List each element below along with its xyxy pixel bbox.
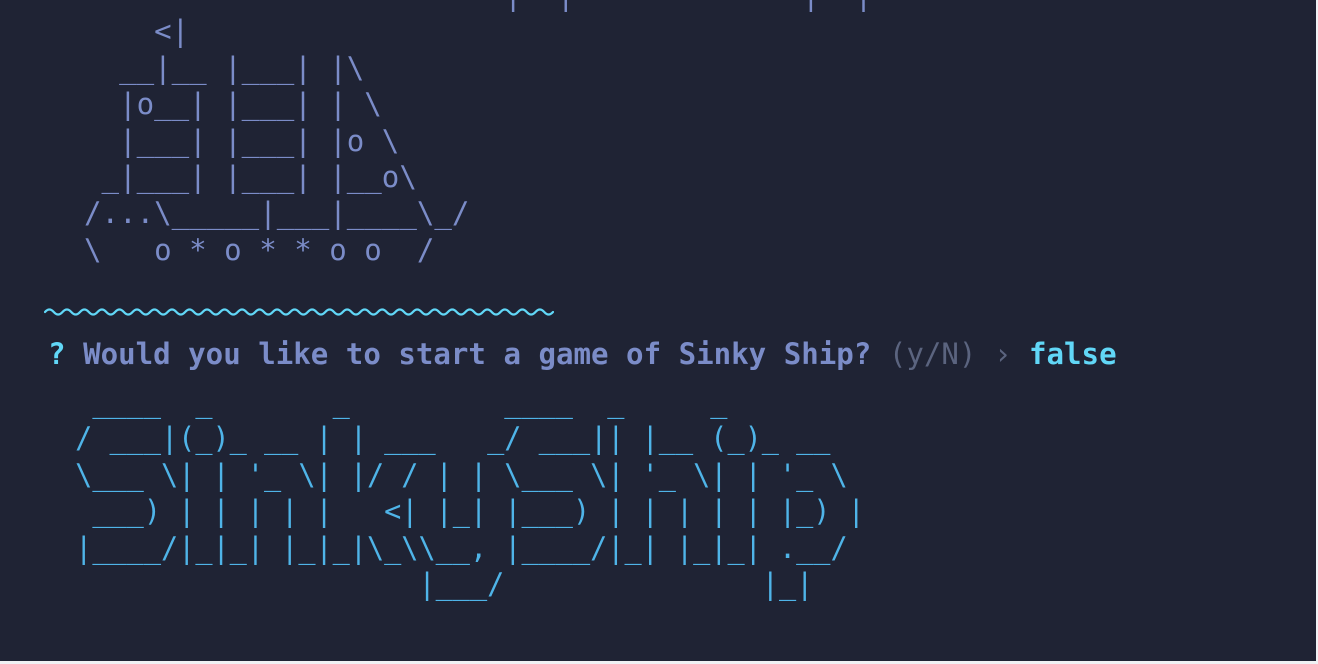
ship-art-line: |___| |___| |o \ [49, 123, 400, 158]
prompt-hint: (y/N) [888, 337, 977, 371]
ship-art-line: <| [49, 14, 190, 49]
terminal-window: | | | | <| __|__ |___| |\ |o__| |___| | … [0, 0, 1318, 664]
ship-art-line: __|__ |___| |\ [49, 50, 365, 85]
ship-art-line: |o__| |___| | \ [49, 87, 382, 122]
prompt-arrow-icon: › [993, 337, 1012, 371]
ship-art-line: | | | | [49, 0, 872, 12]
waves-line [44, 308, 554, 316]
ship-art-line: \ o * o * * o o / [49, 232, 435, 267]
banner-art-line: \___ \| | '_ \| |/ / | | \___ \| '_ \| |… [58, 457, 848, 492]
banner-art-line: ____ _ _ ____ _ _ [58, 385, 728, 419]
ship-ascii-art: | | | | <| __|__ |___| |\ |o__| |___| | … [49, 0, 872, 268]
banner-art-line: |___/ |_| [58, 567, 814, 602]
prompt-line: ? Would you like to start a game of Sink… [48, 336, 1117, 372]
banner-art-line: |____/|_|_| |_|_|\_\\__, |____/|_| |_|_|… [58, 530, 848, 565]
prompt-question: Would you like to start a game of Sinky … [83, 337, 872, 371]
prompt-answer[interactable]: false [1029, 337, 1117, 371]
sinky-ship-banner: ____ _ _ ____ _ _ / ___|(_)_ __ | | ___ … [58, 384, 865, 602]
prompt-question-mark: ? [48, 337, 66, 371]
ship-art-line: /...\_____|___|____\_/ [49, 196, 470, 231]
banner-art-line: ___) | | | | | <| |_| |___) | | | | | |_… [58, 494, 865, 529]
ship-art-line: _|___| |___| |__o\ [49, 160, 417, 195]
banner-art-line: / ___|(_)_ __ | | ___ _/ ___|| |__ (_)_ … [58, 421, 831, 456]
